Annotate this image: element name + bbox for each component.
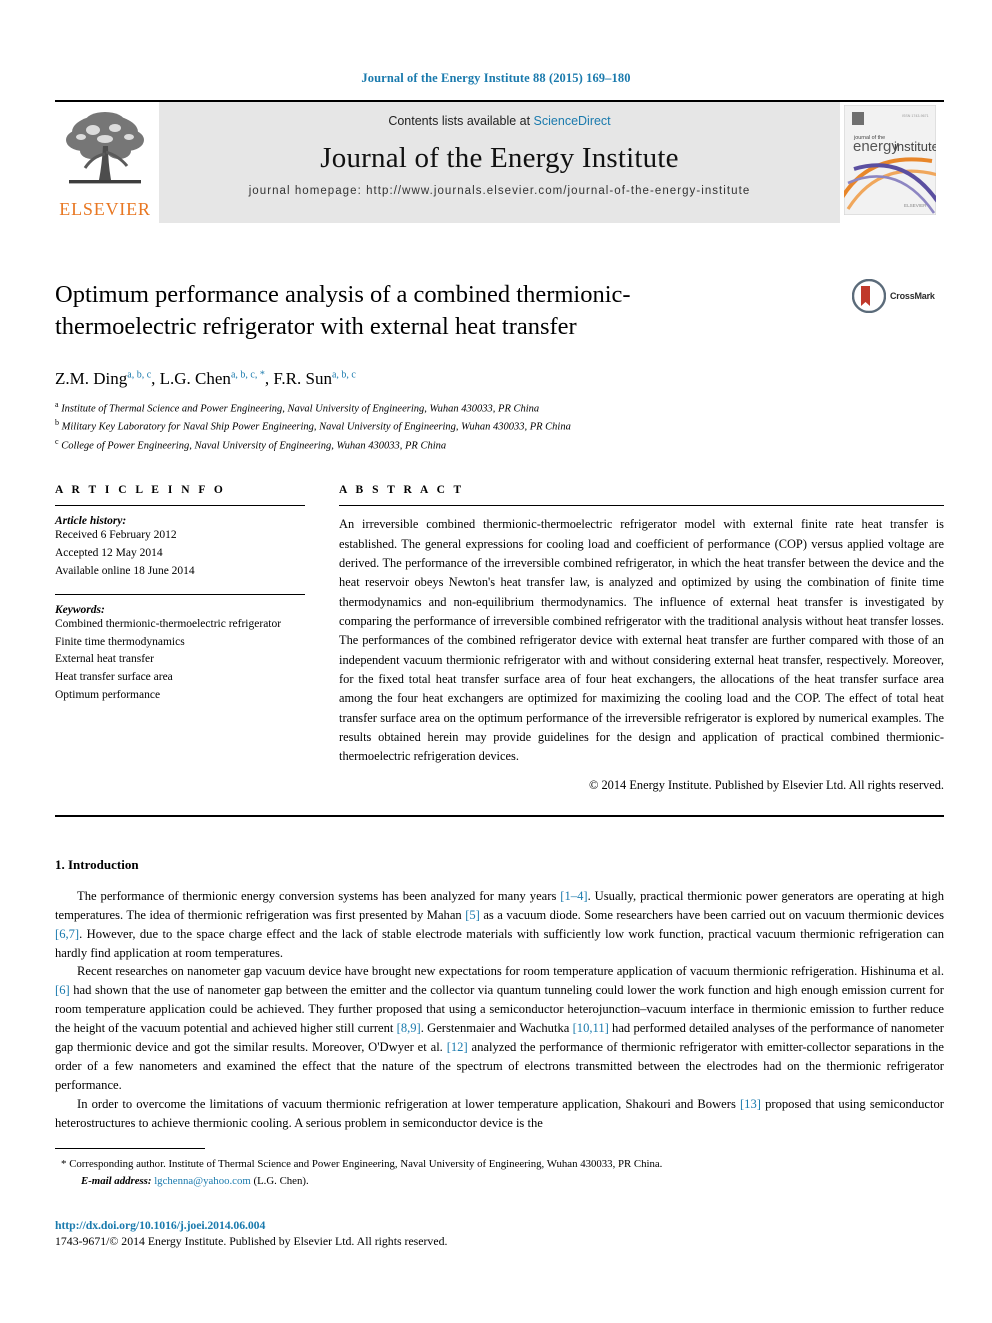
- paragraph: In order to overcome the limitations of …: [55, 1096, 944, 1130]
- footnote-star: *: [61, 1158, 67, 1170]
- keywords-label: Keywords:: [55, 603, 105, 616]
- keyword-item: Heat transfer surface area: [55, 671, 173, 684]
- history-received: Received 6 February 2012: [55, 529, 177, 542]
- journal-title: Journal of the Energy Institute: [320, 142, 679, 174]
- svg-text:institute: institute: [894, 139, 936, 154]
- affiliation-text-c: College of Power Engineering, Naval Univ…: [61, 440, 447, 452]
- affiliation-mark-c: c: [55, 436, 59, 446]
- running-head: Journal of the Energy Institute 88 (2015…: [361, 71, 631, 85]
- citation-ref[interactable]: [1–4]: [560, 889, 587, 903]
- paragraph: The performance of thermionic energy con…: [55, 888, 945, 960]
- abstract-copyright: © 2014 Energy Institute. Published by El…: [588, 777, 944, 792]
- svg-text:energy: energy: [853, 138, 899, 155]
- doi-link[interactable]: http://dx.doi.org/10.1016/j.joei.2014.06…: [55, 1218, 447, 1233]
- affiliation-c: c College of Power Engineering, Naval Un…: [55, 436, 944, 454]
- journal-cover-image: journal of the energy institute ELSEVIER…: [838, 104, 942, 216]
- sciencedirect-link[interactable]: ScienceDirect: [534, 114, 611, 128]
- crossmark-icon: [852, 279, 886, 313]
- affiliation-mark-b: b: [55, 418, 59, 428]
- footnote-rule: [55, 1148, 205, 1149]
- crossmark-label: CrossMark: [890, 291, 935, 301]
- keyword-item: Optimum performance: [55, 689, 161, 702]
- corresponding-author-text: Corresponding author. Institute of Therm…: [69, 1158, 663, 1170]
- author-marks-0: a, b, c: [127, 369, 152, 381]
- affiliation-mark-a: a: [55, 400, 59, 409]
- title-block: Optimum performance analysis of a combin…: [55, 279, 944, 349]
- masthead-center-panel: Contents lists available at ScienceDirec…: [159, 102, 840, 223]
- abstract-bottom-rule: [55, 814, 944, 817]
- affiliation-a: a Institute of Thermal Science and Power…: [55, 399, 944, 417]
- author-name-2: F.R. Sun: [273, 369, 332, 388]
- email-link[interactable]: lgchenna@yahoo.com: [154, 1175, 251, 1187]
- elsevier-tree-icon: [66, 112, 144, 184]
- abstract-rule: [339, 505, 944, 507]
- keyword-item: Combined thermionic-thermoelectric refri…: [55, 617, 282, 630]
- affiliation-text-a: Institute of Thermal Science and Power E…: [61, 403, 540, 415]
- footnote-block: * Corresponding author. Institute of The…: [55, 1148, 944, 1189]
- elsevier-wordmark: ELSEVIER: [59, 199, 151, 219]
- author-list: Z.M. Dinga, b, c, L.G. Chena, b, c, *, F…: [55, 369, 944, 389]
- introduction-body: The performance of thermionic energy con…: [55, 887, 944, 1133]
- citation-ref[interactable]: [5]: [465, 908, 480, 922]
- article-info-rule: [55, 505, 305, 507]
- article-info-heading: A R T I C L E I N F O: [55, 484, 226, 497]
- section-heading-introduction: 1. Introduction: [55, 856, 139, 872]
- email-note: E-mail address: lgchenna@yahoo.com (L.G.…: [55, 1173, 944, 1189]
- affiliation-b: b Military Key Laboratory for Naval Ship…: [55, 417, 944, 435]
- keyword-item: Finite time thermodynamics: [55, 635, 185, 648]
- corresponding-author-note: * Corresponding author. Institute of The…: [55, 1156, 944, 1173]
- citation-ref[interactable]: [10,11]: [573, 1021, 609, 1035]
- svg-text:ELSEVIER: ELSEVIER: [904, 203, 927, 208]
- contents-prefix: Contents lists available at: [388, 114, 534, 128]
- email-label: E-mail address:: [81, 1174, 152, 1187]
- citation-ref[interactable]: [8,9]: [397, 1021, 421, 1035]
- citation-ref[interactable]: [12]: [447, 1040, 468, 1054]
- article-history-label: Article history:: [55, 515, 127, 528]
- journal-cover-thumbnail: journal of the energy institute ELSEVIER…: [838, 102, 944, 223]
- issn-copyright-line: 1743-9671/© 2014 Energy Institute. Publi…: [55, 1234, 448, 1248]
- citation-ref[interactable]: [6,7]: [55, 927, 79, 941]
- journal-masthead: ELSEVIER Contents lists available at Sci…: [55, 100, 944, 223]
- keyword-item: External heat transfer: [55, 653, 154, 666]
- author-name-0: Z.M. Ding: [55, 369, 128, 388]
- homepage-label: journal homepage:: [248, 185, 367, 197]
- crossmark-badge[interactable]: CrossMark: [852, 279, 944, 313]
- abstract-heading: A B S T R A C T: [339, 484, 465, 497]
- info-abstract-row: A R T I C L E I N F O Article history: R…: [55, 484, 944, 792]
- paragraph: Recent researches on nanometer gap vacuu…: [55, 964, 945, 1092]
- citation-ref[interactable]: [6]: [55, 983, 70, 997]
- homepage-url[interactable]: http://www.journals.elsevier.com/journal…: [366, 185, 750, 197]
- email-owner: (L.G. Chen).: [253, 1174, 309, 1187]
- publication-footer: http://dx.doi.org/10.1016/j.joei.2014.06…: [55, 1218, 447, 1249]
- paper-page: Journal of the Energy Institute 88 (2015…: [0, 0, 992, 1323]
- elsevier-logo: ELSEVIER: [55, 102, 155, 223]
- affiliation-text-b: Military Key Laboratory for Naval Ship P…: [61, 421, 571, 433]
- author-name-1: L.G. Chen: [159, 369, 231, 388]
- abstract-column: A B S T R A C T An irreversible combined…: [339, 484, 944, 792]
- history-online: Available online 18 June 2014: [55, 564, 195, 577]
- citation-ref[interactable]: [13]: [740, 1097, 761, 1111]
- contents-available-line: Contents lists available at ScienceDirec…: [169, 114, 830, 128]
- svg-text:ISSN 1743-9671: ISSN 1743-9671: [902, 114, 929, 118]
- history-accepted: Accepted 12 May 2014: [55, 547, 163, 560]
- affiliation-list: a Institute of Thermal Science and Power…: [55, 399, 944, 454]
- author-marks-2: a, b, c: [331, 369, 356, 381]
- keywords-rule: [55, 593, 305, 595]
- page-title: Optimum performance analysis of a combin…: [55, 281, 631, 340]
- abstract-text: An irreversible combined thermionic-ther…: [339, 517, 944, 764]
- article-info-column: A R T I C L E I N F O Article history: R…: [55, 484, 305, 792]
- journal-homepage-line: journal homepage: http://www.journals.el…: [169, 183, 830, 200]
- author-marks-1: a, b, c, *: [230, 369, 265, 381]
- author-sep-0: ,: [151, 369, 160, 388]
